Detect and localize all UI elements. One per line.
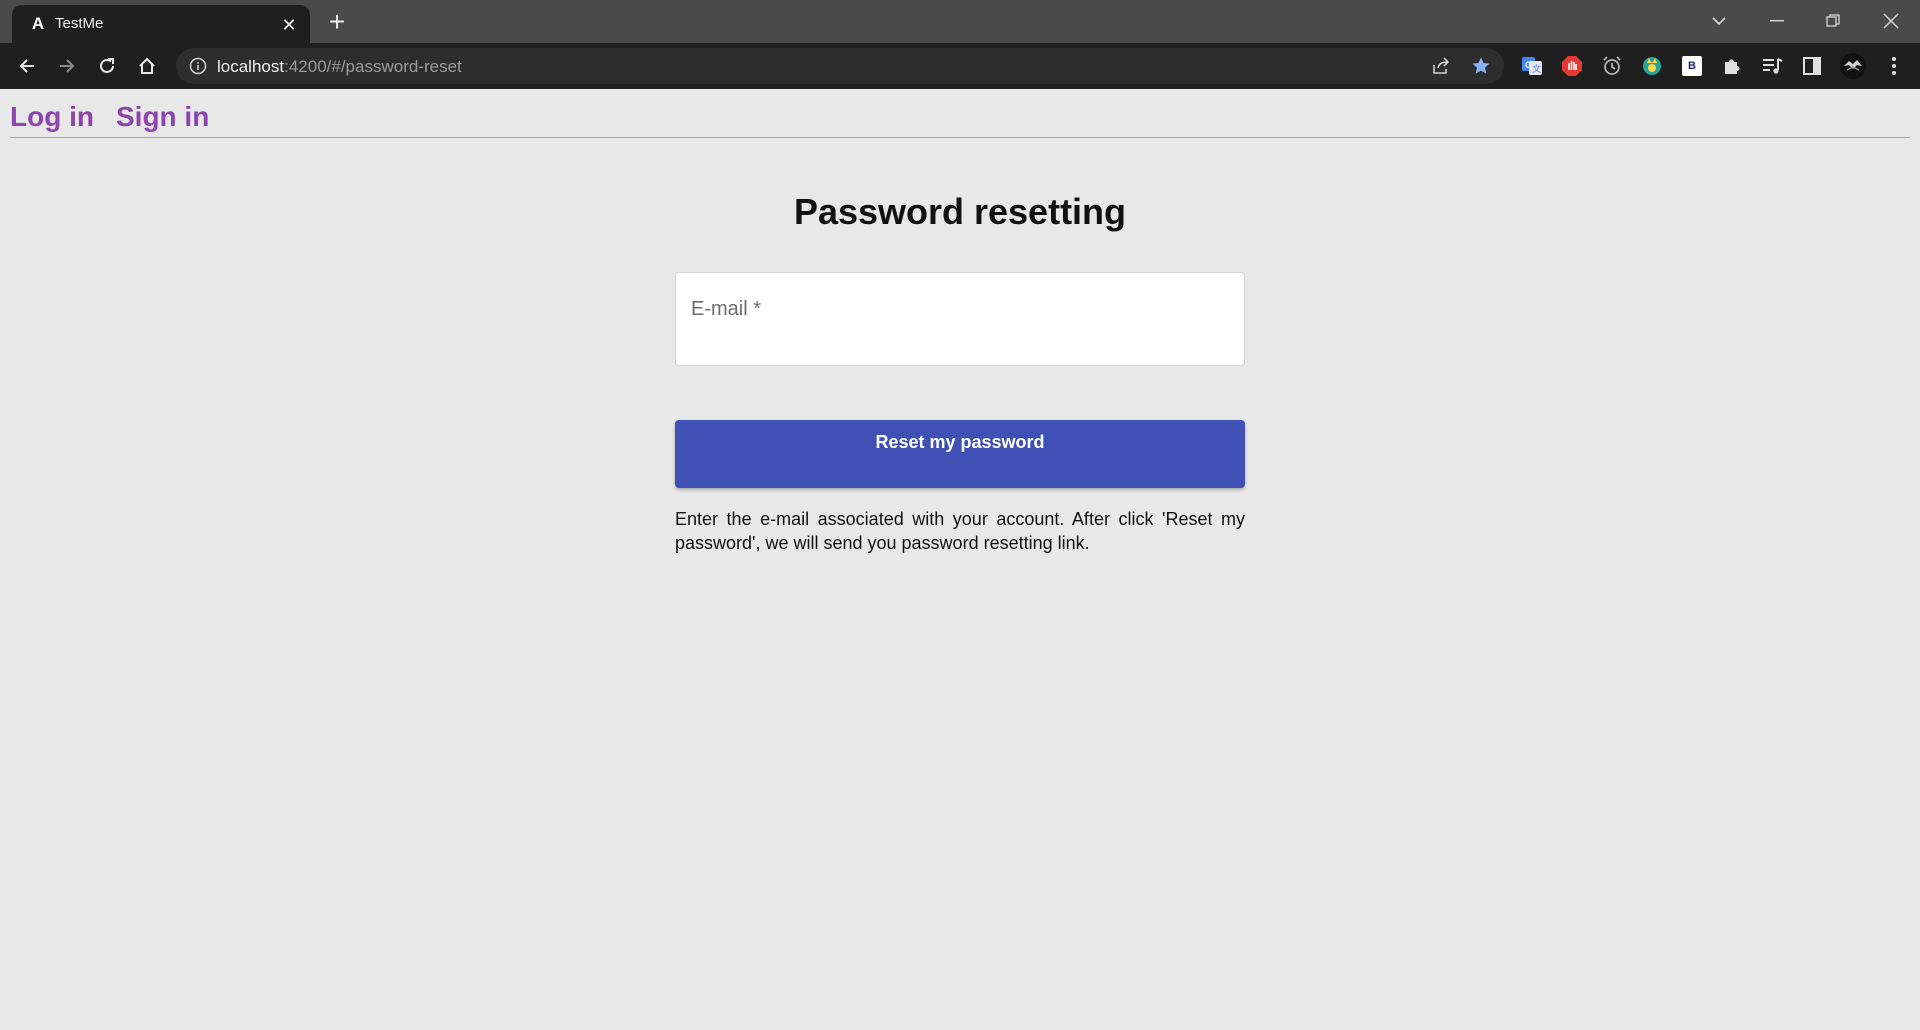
page-title: Password resetting: [793, 191, 1127, 232]
nav-divider: [10, 137, 1910, 138]
help-text: Enter the e-mail associated with your ac…: [675, 509, 1245, 553]
page-content: Log in Sign in Password resetting E-mail…: [0, 89, 1920, 1030]
angular-favicon-icon: A: [31, 14, 45, 33]
signin-link[interactable]: Sign in: [116, 101, 209, 135]
tab-search-icon[interactable]: [1704, 6, 1734, 36]
url-path: :4200/#/password-reset: [284, 57, 462, 76]
adblock-icon[interactable]: [1560, 54, 1584, 78]
close-window-icon[interactable]: [1876, 6, 1906, 36]
share-icon[interactable]: [1430, 55, 1452, 77]
login-link[interactable]: Log in: [10, 101, 94, 135]
media-control-icon[interactable]: [1760, 54, 1784, 78]
browser-menu-icon[interactable]: [1882, 54, 1906, 78]
cat-extension-icon[interactable]: [1640, 54, 1664, 78]
url-host: localhost: [217, 57, 285, 76]
tab-close-icon[interactable]: ✕: [278, 14, 300, 36]
site-info-icon[interactable]: [189, 57, 207, 75]
side-panel-icon[interactable]: [1800, 54, 1824, 78]
address-bar[interactable]: localhost:4200/#/password-reset: [176, 48, 1504, 84]
restore-icon[interactable]: [1818, 6, 1848, 36]
b-extension-icon[interactable]: B: [1680, 54, 1704, 78]
alarm-clock-icon[interactable]: [1600, 54, 1624, 78]
reset-password-button[interactable]: Reset my password: [675, 420, 1245, 488]
minimize-icon[interactable]: [1762, 6, 1792, 36]
browser-tab-strip: A TestMe ✕ +: [0, 0, 1920, 43]
google-translate-icon[interactable]: G文: [1520, 54, 1544, 78]
bookmark-star-icon[interactable]: [1470, 55, 1492, 77]
profile-avatar[interactable]: [1838, 51, 1868, 81]
email-label: E-mail *: [691, 298, 762, 320]
tab-title: TestMe: [55, 15, 104, 32]
browser-toolbar: localhost:4200/#/password-reset G文 B: [0, 43, 1920, 89]
svg-text:文: 文: [1532, 63, 1541, 74]
back-icon[interactable]: [12, 51, 42, 81]
b-extension-label: B: [1682, 56, 1702, 76]
email-input[interactable]: [690, 321, 1230, 351]
email-field[interactable]: E-mail *: [675, 272, 1245, 366]
new-tab-button[interactable]: +: [323, 6, 351, 37]
reload-icon[interactable]: [92, 51, 122, 81]
browser-tab[interactable]: A TestMe ✕: [12, 5, 310, 43]
home-icon[interactable]: [132, 51, 162, 81]
puzzle-icon[interactable]: [1720, 54, 1744, 78]
svg-text:G: G: [1525, 60, 1532, 70]
top-nav: Log in Sign in: [10, 101, 209, 135]
forward-icon[interactable]: [52, 51, 82, 81]
url-text: localhost:4200/#/password-reset: [217, 57, 462, 77]
